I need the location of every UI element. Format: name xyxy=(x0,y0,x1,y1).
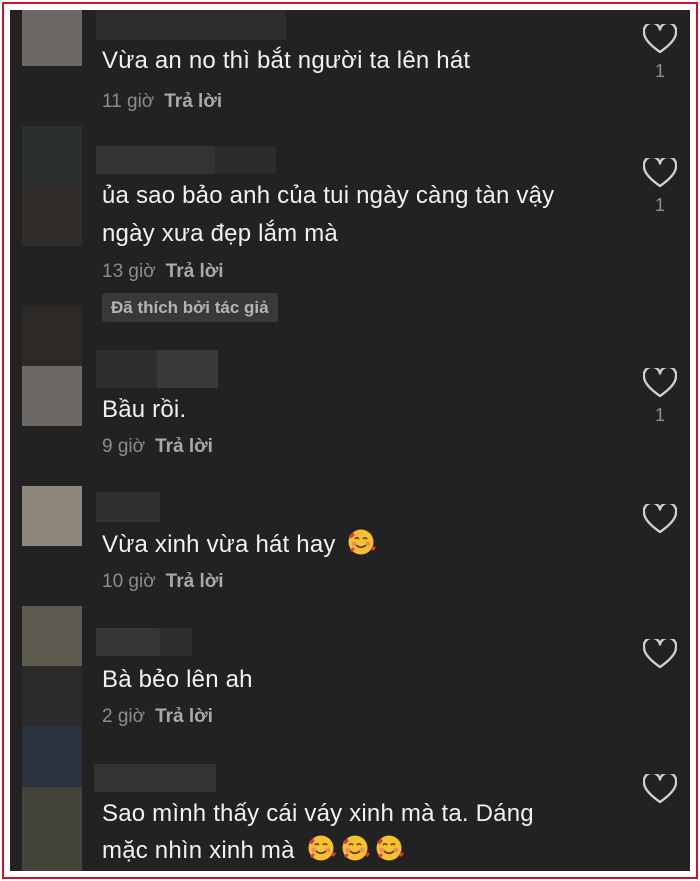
comment-text-line: ủa sao bảo anh của tui ngày càng tàn vậy xyxy=(102,182,555,209)
smiling-face-with-hearts-icon xyxy=(346,527,377,557)
comment-time: 11 giờ xyxy=(102,91,155,112)
reply-button[interactable]: Trả lời xyxy=(155,436,213,457)
smiling-face-with-hearts-icon xyxy=(374,833,404,863)
username-2[interactable] xyxy=(96,146,276,174)
comment-meta: 2 giờ Trả lời xyxy=(102,706,213,728)
avatar-1[interactable] xyxy=(22,10,82,66)
smiling-face-with-hearts-icon xyxy=(306,833,336,863)
heart-icon[interactable] xyxy=(643,639,677,669)
liked-by-author-badge: Đã thích bởi tác giả xyxy=(102,293,278,322)
comment-meta: 9 giờ Trả lời xyxy=(102,436,213,458)
reply-button[interactable]: Trả lời xyxy=(155,706,213,727)
heart-icon[interactable] xyxy=(643,774,677,804)
comment-time: 13 giờ xyxy=(102,261,156,282)
username-5[interactable] xyxy=(96,628,192,656)
comment-text-line: ngày xưa đẹp lắm mà xyxy=(102,220,338,247)
reply-button[interactable]: Trả lời xyxy=(166,261,224,282)
like-count: 1 xyxy=(654,195,665,215)
comment-text: Vừa xinh vừa hát hay xyxy=(102,531,336,558)
avatar-6[interactable] xyxy=(22,726,82,871)
comment-text: Vừa an no thì bắt người ta lên hát xyxy=(102,47,471,74)
smiling-face-with-hearts-icon xyxy=(340,833,370,863)
comment-list: Vừa an no thì bắt người ta lên hát 11 gi… xyxy=(10,10,690,871)
avatar-5[interactable] xyxy=(22,606,82,726)
comment-time: 9 giờ xyxy=(102,436,146,457)
avatar-2[interactable] xyxy=(22,126,82,246)
username-6[interactable] xyxy=(94,764,216,792)
comment-text-line: mặc nhìn xinh mà xyxy=(102,837,295,864)
heart-icon[interactable] xyxy=(643,24,677,54)
screenshot-frame: Vừa an no thì bắt người ta lên hát 11 gi… xyxy=(2,2,698,879)
reply-button[interactable]: Trả lời xyxy=(164,91,222,112)
comment-meta: 11 giờ Trả lời xyxy=(102,91,222,113)
comment-text-line: Sao mình thấy cái váy xinh mà ta. Dáng xyxy=(102,800,534,827)
like-count: 1 xyxy=(654,61,665,81)
comment-time: 10 giờ xyxy=(102,571,156,592)
comment-time: 2 giờ xyxy=(102,706,146,727)
reply-button[interactable]: Trả lời xyxy=(166,571,224,592)
comment-meta: 10 giờ Trả lời xyxy=(102,571,224,593)
username-1[interactable] xyxy=(96,10,286,40)
heart-icon[interactable] xyxy=(643,504,677,534)
avatar-3[interactable] xyxy=(22,306,82,426)
comment-meta: 13 giờ Trả lời xyxy=(102,261,224,283)
comment-text: Bầu rồi. xyxy=(102,396,187,423)
comment-text-row: mặc nhìn xinh mà xyxy=(102,832,404,869)
username-3[interactable] xyxy=(96,350,218,388)
username-4[interactable] xyxy=(96,492,160,522)
heart-icon[interactable] xyxy=(643,368,677,398)
comment-text-row: Vừa xinh vừa hát hay xyxy=(102,526,377,563)
heart-icon[interactable] xyxy=(643,158,677,188)
avatar-4[interactable] xyxy=(22,486,82,546)
like-count: 1 xyxy=(654,405,665,425)
comment-text: Bà bẻo lên ah xyxy=(102,666,253,693)
